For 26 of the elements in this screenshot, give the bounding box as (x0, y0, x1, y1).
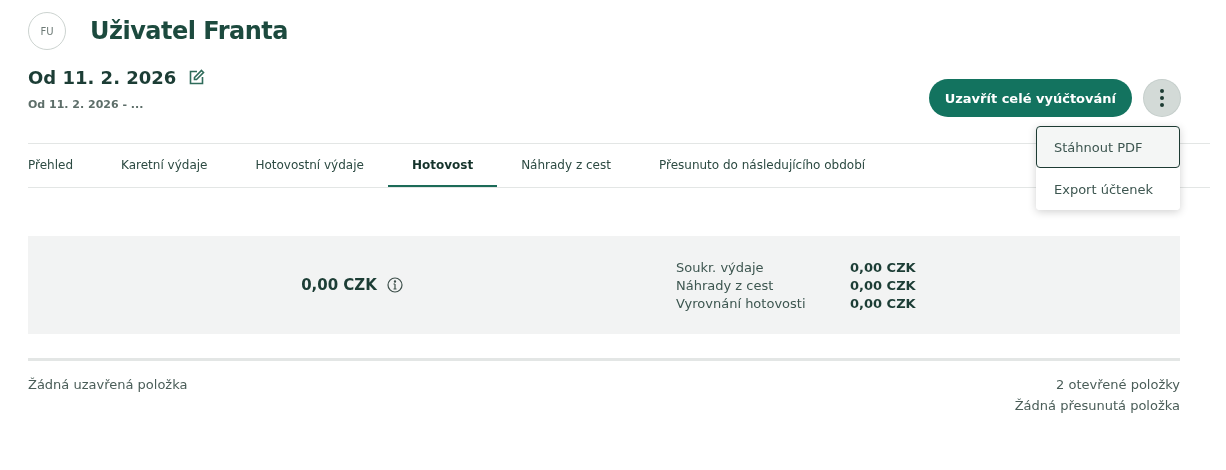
tab[interactable]: Hotovostní výdaje (231, 144, 388, 187)
tab[interactable]: Karetní výdaje (97, 144, 232, 187)
period-range: Od 11. 2. 2026 - ... (28, 98, 145, 111)
more-icon (1160, 89, 1164, 107)
tab[interactable]: Přesunuto do následujícího období (634, 144, 890, 187)
summary-label: Vyrovnání hotovosti (676, 295, 807, 311)
close-settlement-button[interactable]: Uzavřít celé vyúčtování (928, 79, 1132, 117)
tab[interactable]: Hotovost (387, 144, 498, 187)
tab[interactable]: Náhrady z cest (497, 144, 635, 187)
period-title: Od 11. 2. 2026 (28, 67, 177, 88)
total-amount: 0,00 CZK (301, 276, 377, 294)
summary-label: Soukr. výdaje (676, 259, 765, 275)
summary-value: 0,00 CZK (850, 277, 916, 293)
tab[interactable]: Přehled (28, 144, 98, 187)
summary-label: Náhrady z cest (676, 277, 775, 293)
user-name: Uživatel Franta (90, 17, 288, 45)
moved-items-text: Žádná přesunutá položka (1014, 398, 1180, 413)
edit-icon[interactable] (188, 69, 206, 86)
menu-item[interactable]: Stáhnout PDF (1036, 126, 1180, 168)
more-button[interactable] (1144, 80, 1180, 116)
open-items-text: 2 otevřené položky (1056, 377, 1180, 392)
closed-items-text: Žádná uzavřená položka (28, 377, 188, 394)
summary-value: 0,00 CZK (850, 295, 916, 311)
menu-item[interactable]: Export účtenek (1036, 168, 1180, 210)
info-icon[interactable] (386, 277, 403, 293)
summary-value: 0,00 CZK (850, 259, 916, 275)
